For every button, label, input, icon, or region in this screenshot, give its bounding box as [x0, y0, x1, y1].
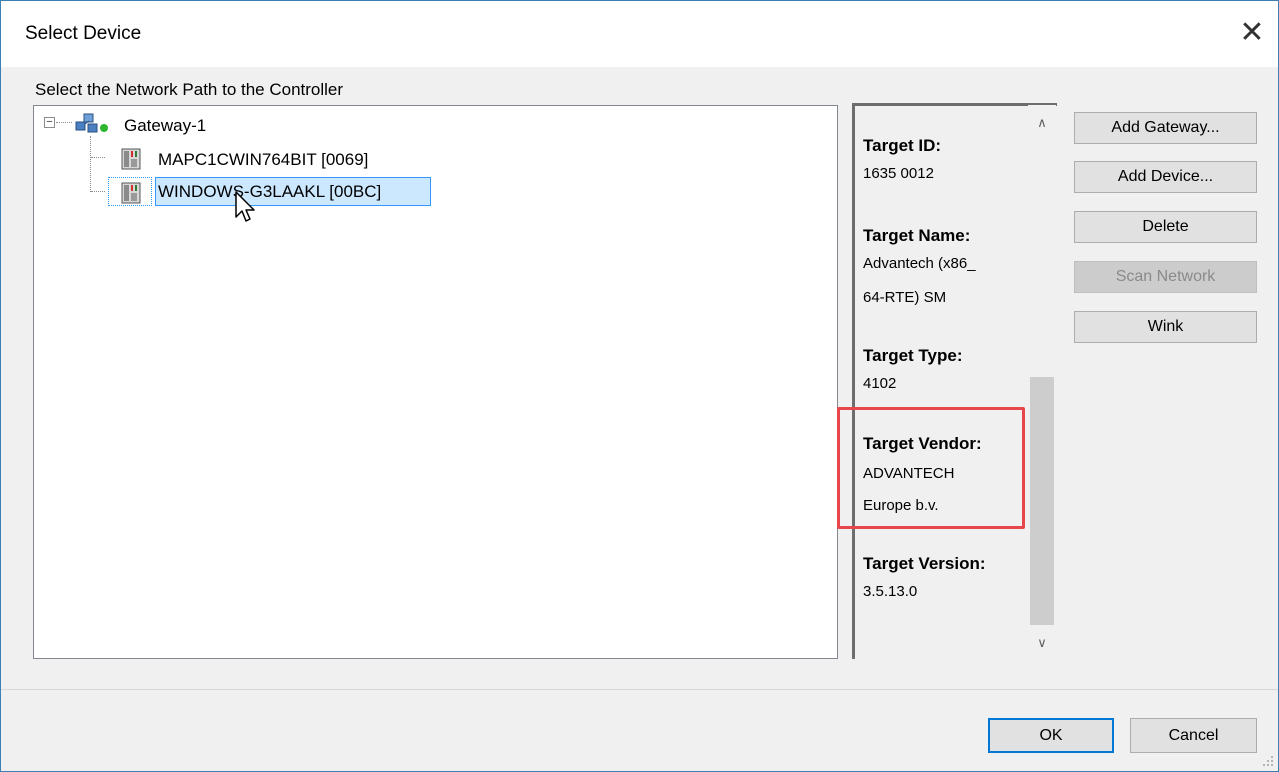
target-name-value-line-2: 64-RTE) SM [863, 289, 947, 306]
tree-item-label: WINDOWS-G3LAAKL [00BC] [158, 182, 382, 201]
target-name-value-line-1: Advantech (x86_ [863, 255, 976, 272]
tree-line [91, 191, 105, 192]
tree-line [90, 136, 91, 192]
tree-line [91, 157, 105, 158]
footer-separator [1, 689, 1278, 690]
target-type-heading: Target Type: [863, 346, 963, 365]
wink-button[interactable]: Wink [1074, 311, 1257, 343]
add-gateway-button[interactable]: Add Gateway... [1074, 112, 1257, 144]
collapse-icon: − [46, 116, 53, 128]
scroll-down-button[interactable]: ∨ [1028, 629, 1056, 657]
target-type-value: 4102 [863, 375, 897, 392]
device-icon [121, 182, 141, 204]
tree-item-device-selected[interactable]: WINDOWS-G3LAAKL [00BC] [155, 177, 431, 206]
close-icon: ✕ [1239, 16, 1265, 49]
target-id-value: 1635 0012 [863, 165, 934, 182]
cancel-button[interactable]: Cancel [1130, 718, 1257, 753]
title-bar: Select Device ✕ [1, 1, 1278, 67]
device-tree[interactable]: − Gateway-1 MAPC1CWIN764BIT [0069] WINDO… [33, 105, 838, 659]
target-id-heading: Target ID: [863, 136, 942, 155]
scan-network-button[interactable]: Scan Network [1074, 261, 1257, 293]
scroll-thumb[interactable] [1030, 377, 1054, 625]
resize-grip-icon[interactable] [1262, 755, 1274, 767]
target-name-heading: Target Name: [863, 226, 971, 245]
mouse-cursor-icon [235, 191, 255, 222]
device-icon [121, 148, 141, 170]
select-device-dialog: Select Device ✕ Select the Network Path … [0, 0, 1279, 772]
window-title: Select Device [25, 23, 142, 44]
add-device-button[interactable]: Add Device... [1074, 161, 1257, 193]
vendor-highlight-box [837, 407, 1025, 529]
scroll-up-button[interactable]: ∧ [1028, 109, 1056, 137]
chevron-down-icon: ∨ [1037, 635, 1047, 650]
tree-item-device[interactable]: MAPC1CWIN764BIT [0069] [158, 150, 368, 170]
tree-line [56, 122, 72, 123]
gateway-icon [75, 113, 108, 133]
target-info-panel: Target ID: 1635 0012 Target Name: Advant… [852, 103, 1057, 659]
network-path-label: Select the Network Path to the Controlle… [35, 80, 344, 99]
target-version-heading: Target Version: [863, 554, 986, 573]
delete-button[interactable]: Delete [1074, 211, 1257, 243]
ok-button[interactable]: OK [988, 718, 1114, 753]
collapse-toggle[interactable]: − [44, 117, 55, 128]
close-button[interactable]: ✕ [1236, 15, 1268, 51]
target-version-value: 3.5.13.0 [863, 583, 918, 600]
info-scrollbar[interactable]: ∧ ∨ [1028, 105, 1056, 659]
chevron-up-icon: ∧ [1037, 115, 1047, 130]
tree-item-gateway[interactable]: Gateway-1 [124, 116, 206, 136]
